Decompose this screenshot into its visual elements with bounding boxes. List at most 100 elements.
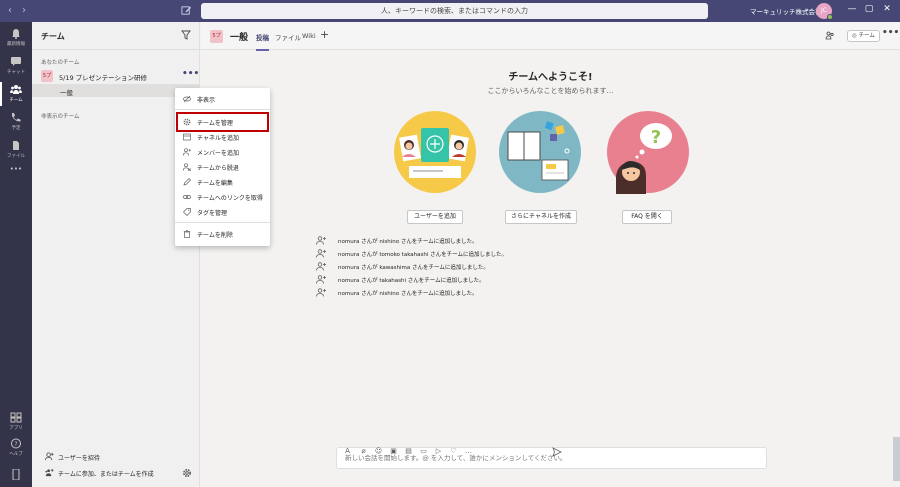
channel-title: 一般 [230,33,249,43]
activity-text: nomura さんが takahashi さんをチームに追加しました。 [338,278,485,284]
attach-icon[interactable]: ⌀ [359,447,368,456]
nav-arrows: ‹› [8,5,36,16]
presence-icon [827,14,833,20]
activity-item: nomura さんが tomoko takahashi さんをチームに追加しまし… [316,248,616,260]
appbar-item-activity[interactable]: 最新情報 [0,24,32,52]
composer-toolbar: A ⌀ ☺ ▣ ▤ ▭ ▷ ♡ … [140,447,580,459]
add-user-button[interactable]: ユーザーを追加 [407,210,463,224]
appbar-item-help[interactable]: ? ヘルプ [0,434,32,462]
faq-illustration: ? [607,111,689,194]
team-more-options-button[interactable]: ••• [182,69,199,79]
menu-item-hide[interactable]: 非表示 [175,92,270,106]
back-arrow-icon[interactable]: ‹ [8,5,22,16]
create-channel-button[interactable]: さらにチャネルを作成 [505,210,577,224]
chevron-down-icon[interactable]: ⌄ [804,5,810,13]
menu-item-label: チームを削除 [197,232,233,239]
apps-icon [10,412,22,423]
phone-icon [12,113,21,122]
forward-arrow-icon[interactable]: › [22,5,36,16]
file-icon [13,141,19,150]
welcome-subtitle: ここからいろんなことを始められます… [487,87,614,95]
create-channel-illustration [499,111,581,193]
help-icon: ? [11,438,21,449]
activity-item: nomura さんが takahashi さんをチームに追加しました。 [316,274,616,286]
appbar-more-button[interactable]: ••• [0,162,32,190]
meet-icon[interactable]: ▭ [419,447,428,456]
teams-icon [10,85,22,94]
menu-item-add-channel[interactable]: チャネルを追加 [175,130,270,144]
activity-text: nomura さんが tomoko takahashi さんをチームに追加しまし… [338,252,507,258]
activity-text: nomura さんが kawashima さんをチームに追加しました。 [338,265,489,271]
open-faq-button[interactable]: FAQ を開く [622,210,672,224]
appbar-item-device[interactable] [0,460,32,487]
send-icon[interactable] [552,447,562,457]
menu-item-label: タグを管理 [197,210,228,217]
maximize-button[interactable]: ▢ [862,4,876,14]
menu-item-manage-tags[interactable]: タグを管理 [175,205,270,219]
activity-item: nomura さんが nishino さんをチームに追加しました。 [316,287,616,299]
praise-icon[interactable]: ♡ [449,447,458,456]
stream-icon[interactable]: ▷ [434,447,443,456]
app-bar: 最新情報 チャット チーム 予定 ファイル ••• アプリ ? ヘルプ [0,22,32,487]
title-bar: ‹› 人、キーワードの検索、またはコマンドの入力 マーキュリッチ株式会社 ⌄ J… [0,0,900,22]
menu-item-leave-team[interactable]: チームから脱退 [175,160,270,174]
more-icon[interactable]: … [464,447,473,456]
scrollbar[interactable] [893,437,900,481]
appbar-item-calendar[interactable]: 予定 [0,108,32,136]
appbar-label: チャット [7,70,25,75]
tab-posts[interactable]: 投稿 [256,32,269,51]
close-button[interactable]: ✕ [880,4,894,14]
appbar-item-apps[interactable]: アプリ [0,408,32,436]
activity-text: nomura さんが nishino さんをチームに追加しました。 [338,291,478,297]
tab-files[interactable]: ファイル [275,32,301,42]
compose-icon[interactable] [181,5,192,16]
menu-item-add-member[interactable]: メンバーを追加 [175,145,270,159]
join-create-label: チームに参加、またはチームを作成 [58,471,154,478]
team-row[interactable]: 5プ 5/19 プレゼンテーション研修 ••• [32,68,200,84]
gif-icon[interactable]: ▣ [389,447,398,456]
add-team-icon [45,468,54,477]
org-name[interactable]: マーキュリッチ株式会社 [750,6,822,16]
team-info-button[interactable]: ◎ チーム [847,30,880,42]
menu-item-label: 非表示 [197,97,216,104]
link-icon [183,195,191,199]
section-label-hidden-teams: 非表示のチーム [41,114,80,120]
svg-text:?: ? [14,441,17,448]
format-icon[interactable]: A [343,447,352,456]
member-added-icon [316,262,326,271]
add-people-illustration [394,111,476,193]
filter-icon[interactable] [181,30,191,40]
join-create-team-button[interactable]: チームに参加、またはチームを作成 [32,466,200,480]
appbar-label: 予定 [11,126,21,131]
meet-now-icon[interactable] [825,31,835,41]
avatar[interactable]: JC [816,3,833,20]
avatar-initials: JC [821,7,827,14]
add-member-icon [183,148,191,156]
tag-icon [183,208,191,216]
menu-divider [175,222,270,223]
member-added-icon [316,288,326,297]
gear-icon[interactable] [182,468,192,478]
search-input[interactable]: 人、キーワードの検索、またはコマンドの入力 [201,3,708,19]
invite-label: ユーザーを招待 [58,455,100,462]
sticker-icon[interactable]: ▤ [404,447,413,456]
trash-icon [183,230,191,238]
add-tab-button[interactable]: + [320,28,329,41]
menu-item-get-link[interactable]: チームへのリンクを取得 [175,190,270,204]
hide-icon [183,95,191,103]
menu-item-edit-team[interactable]: チームを編集 [175,175,270,189]
appbar-item-chat[interactable]: チャット [0,52,32,80]
tab-wiki[interactable]: Wiki [302,32,316,40]
svg-text:?: ? [651,127,661,148]
emoji-icon[interactable]: ☺ [374,447,383,456]
add-channel-icon [183,133,191,141]
appbar-item-teams[interactable]: チーム [0,80,32,108]
appbar-item-files[interactable]: ファイル [0,136,32,164]
leave-icon [183,163,191,171]
menu-item-label: チームから脱退 [197,165,239,172]
menu-item-delete-team[interactable]: チームを削除 [175,227,270,241]
minimize-button[interactable]: — [845,4,859,14]
member-added-icon [316,249,326,258]
menu-divider [175,109,270,110]
channel-more-options-button[interactable]: ••• [882,28,899,38]
